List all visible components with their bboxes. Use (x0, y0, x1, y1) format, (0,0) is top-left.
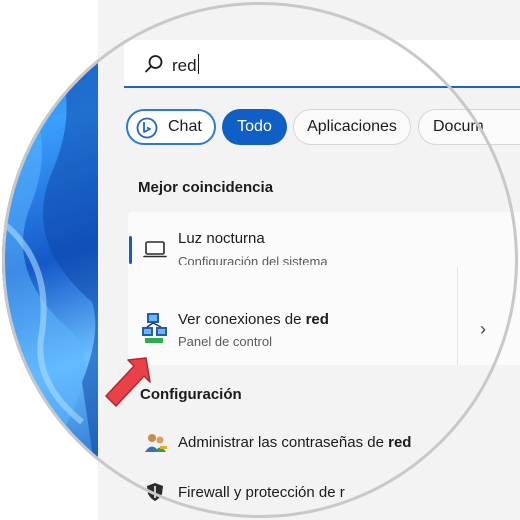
result-title-highlight: red (305, 311, 329, 328)
chevron-right-icon[interactable]: › (480, 319, 486, 340)
laptop-icon (143, 241, 167, 258)
desktop-wallpaper (2, 2, 102, 518)
search-query: red (172, 56, 197, 75)
result-title-prefix: Ver conexiones de (178, 311, 306, 328)
filter-chat[interactable]: Chat (126, 109, 216, 145)
result-divider (457, 267, 458, 365)
setting-title-highlight: red (388, 434, 412, 451)
pointer-arrow-icon (105, 357, 151, 407)
network-connections-icon (142, 313, 167, 343)
zoomed-screenshot-frame: red Chat Todo Aplicaciones Docum Mejor c… (0, 0, 520, 520)
setting-firewall[interactable]: Firewall y protección de r (178, 484, 345, 501)
best-match-heading: Mejor coincidencia (138, 179, 274, 196)
shield-icon (147, 483, 163, 501)
selection-indicator (129, 236, 132, 264)
filter-documents-label: Docum (433, 118, 484, 135)
setting-admin-passwords[interactable]: Administrar las contraseñas de red (178, 434, 411, 451)
filter-documents[interactable]: Docum (418, 109, 520, 145)
filter-apps[interactable]: Aplicaciones (293, 109, 411, 145)
search-input[interactable]: red (172, 54, 199, 76)
filter-apps-label: Aplicaciones (307, 118, 397, 135)
setting-title-prefix: Administrar las contraseñas de (178, 434, 389, 451)
setting-firewall-label: Firewall y protección de r (178, 484, 345, 501)
filter-todo-label: Todo (237, 118, 272, 135)
filter-chat-label: Chat (168, 118, 202, 135)
result-ver-conexiones-title: Ver conexiones de red (178, 311, 329, 328)
result-ver-conexiones-subtitle: Panel de control (178, 334, 272, 349)
users-key-icon (145, 434, 167, 452)
text-caret (197, 54, 199, 74)
filter-todo[interactable]: Todo (222, 109, 287, 145)
bing-chat-icon (136, 117, 158, 139)
settings-heading: Configuración (140, 386, 242, 403)
result-luz-nocturna-title: Luz nocturna (178, 230, 265, 247)
search-icon (145, 55, 163, 73)
